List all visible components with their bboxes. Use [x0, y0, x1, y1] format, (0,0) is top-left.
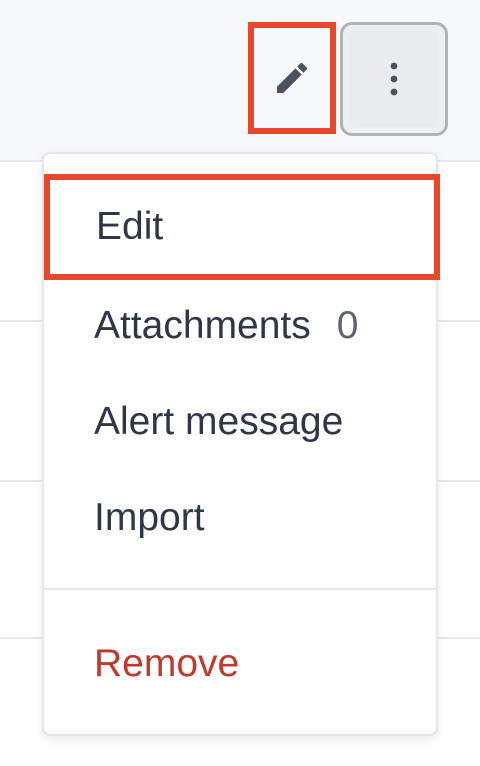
menu-item-label: Remove — [94, 642, 240, 685]
more-actions-button-face — [349, 31, 439, 127]
pencil-icon — [277, 62, 308, 93]
menu-item-label: Alert message — [94, 400, 344, 443]
menu-item-label: Attachments — [94, 304, 311, 347]
menu-item-attachments[interactable]: Attachments 0 — [44, 278, 436, 374]
menu-divider — [44, 588, 436, 590]
vertical-ellipsis-icon — [390, 62, 398, 96]
more-actions-button[interactable] — [340, 22, 448, 136]
attachments-count: 0 — [336, 304, 359, 347]
actions-dropdown-menu: Edit Attachments 0 Alert message Import … — [42, 152, 440, 736]
menu-item-remove[interactable]: Remove — [44, 616, 436, 712]
menu-item-label: Edit — [96, 205, 164, 248]
menu-item-label: Import — [94, 496, 205, 539]
menu-item-alert-message[interactable]: Alert message — [44, 374, 436, 470]
menu-item-import[interactable]: Import — [44, 470, 436, 566]
edit-button[interactable] — [248, 22, 336, 134]
menu-item-edit[interactable]: Edit — [44, 174, 440, 280]
